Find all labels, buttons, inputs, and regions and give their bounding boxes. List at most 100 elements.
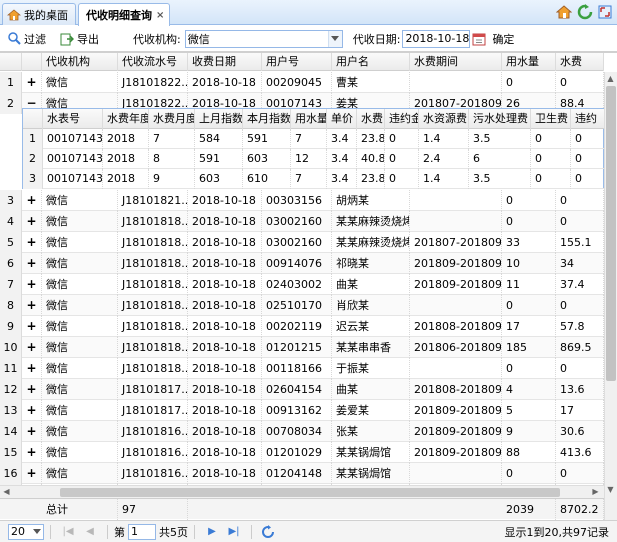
- table-row[interactable]: 4 + 微信 J18101818... 2018-10-18 03002160 某某麻辣烫烧…: [0, 211, 604, 232]
- filter-button[interactable]: 过滤: [8, 31, 46, 47]
- table-row[interactable]: 14 + 微信 J18101816... 2018-10-18 00708034 张某 201…: [0, 421, 604, 442]
- next-page-icon[interactable]: ▶: [204, 524, 220, 540]
- scroll-right-icon[interactable]: ▶: [590, 486, 601, 497]
- column-header[interactable]: 收费日期: [188, 53, 262, 71]
- expand-toggle-icon[interactable]: +: [22, 337, 42, 358]
- expand-toggle-icon[interactable]: +: [22, 463, 42, 484]
- detail-column-header[interactable]: 水表号: [43, 109, 103, 129]
- row-number: 16: [0, 463, 22, 484]
- detail-column-header[interactable]: 违约: [571, 109, 605, 129]
- tab-bar: 我的桌面 代收明细查询 ×: [0, 0, 617, 26]
- cell-period: 201806-201809: [410, 337, 502, 358]
- expand-toggle-icon[interactable]: +: [22, 316, 42, 337]
- table-row[interactable]: 10 + 微信 J18101818... 2018-10-18 01201215 某某串串香…: [0, 337, 604, 358]
- detail-column-header[interactable]: 上月指数: [195, 109, 243, 129]
- cell-date: 2018-10-18: [188, 400, 262, 421]
- column-header[interactable]: 代收机构: [42, 53, 118, 71]
- expand-toggle-icon[interactable]: +: [22, 72, 42, 93]
- scroll-up-icon[interactable]: ▲: [605, 73, 616, 84]
- prev-page-icon[interactable]: ◀: [82, 524, 98, 540]
- calendar-icon[interactable]: [472, 32, 486, 46]
- table-row[interactable]: 11 + 微信 J18101818... 2018-10-18 00118166 于振某 0 0: [0, 358, 604, 379]
- column-header[interactable]: 水费: [556, 53, 604, 71]
- tab-my-desktop[interactable]: 我的桌面: [2, 3, 76, 25]
- detail-column-header[interactable]: 本月指数: [243, 109, 291, 129]
- fullscreen-icon[interactable]: [597, 4, 613, 20]
- home-icon[interactable]: [556, 4, 572, 20]
- detail-cell-late: 0: [571, 149, 605, 169]
- table-row[interactable]: 12 + 微信 J18101817... 2018-10-18 02604154 曲某 201…: [0, 379, 604, 400]
- row-number: 6: [0, 253, 22, 274]
- export-button[interactable]: 导出: [60, 31, 99, 47]
- cell-user-id: 02510170: [262, 295, 332, 316]
- refresh-icon[interactable]: [577, 4, 593, 20]
- column-header[interactable]: 代收流水号: [118, 53, 188, 71]
- expand-toggle-icon[interactable]: +: [22, 253, 42, 274]
- detail-column-header[interactable]: 水费: [357, 109, 385, 129]
- scroll-down-icon[interactable]: ▼: [605, 484, 616, 495]
- confirm-button[interactable]: 确定: [492, 31, 514, 47]
- last-page-icon[interactable]: ▶|: [226, 524, 242, 540]
- expand-toggle-icon[interactable]: +: [22, 379, 42, 400]
- table-row[interactable]: 3 + 微信 J18101821... 2018-10-18 00303156 胡炳某 0 0: [0, 190, 604, 211]
- column-header[interactable]: 用水量: [502, 53, 556, 71]
- expand-toggle-icon[interactable]: +: [22, 274, 42, 295]
- table-row[interactable]: 8 + 微信 J18101818... 2018-10-18 02510170 肖欣某 0 0: [0, 295, 604, 316]
- table-row[interactable]: 13 + 微信 J18101817... 2018-10-18 00913162 姜爱某 20…: [0, 400, 604, 421]
- table-row[interactable]: 9 + 微信 J18101818... 2018-10-18 00202119 迟云某 201…: [0, 316, 604, 337]
- detail-column-header[interactable]: 水资源费: [419, 109, 469, 129]
- detail-row[interactable]: 100107143012018758459173.423.801.43.500: [23, 129, 605, 149]
- detail-column-header[interactable]: 卫生费: [531, 109, 571, 129]
- detail-row[interactable]: 2001071430120188591603123.440.802.4600: [23, 149, 605, 169]
- column-header[interactable]: 水费期间: [410, 53, 502, 71]
- detail-cell-sewage: 3.5: [469, 169, 531, 189]
- cell-user-id: 01201215: [262, 337, 332, 358]
- page-size-select[interactable]: 20: [8, 523, 44, 540]
- column-header[interactable]: 用户号: [262, 53, 332, 71]
- table-row[interactable]: 16 + 微信 J18101816... 2018-10-18 01204148 某某锅焗馆…: [0, 463, 604, 484]
- table-row[interactable]: 15 + 微信 J18101816... 2018-10-18 01201029 某某锅焗馆…: [0, 442, 604, 463]
- date-input[interactable]: 2018-10-18: [402, 29, 471, 48]
- expand-toggle-icon[interactable]: +: [22, 421, 42, 442]
- row-number: 10: [0, 337, 22, 358]
- tab-collection-detail[interactable]: 代收明细查询 ×: [78, 3, 170, 26]
- row-number: 7: [0, 274, 22, 295]
- first-page-icon[interactable]: |◀: [60, 524, 76, 540]
- detail-column-header[interactable]: 水费月度: [149, 109, 195, 129]
- expand-toggle-icon[interactable]: +: [22, 442, 42, 463]
- cell-user-name: 某某锅焗馆: [332, 463, 410, 484]
- chevron-down-icon[interactable]: [327, 30, 342, 47]
- detail-cell-cur: 603: [243, 149, 291, 169]
- table-row[interactable]: 6 + 微信 J18101818... 2018-10-18 00914076 祁晓某 201…: [0, 253, 604, 274]
- scroll-thumb[interactable]: [60, 488, 560, 497]
- table-row[interactable]: 1 + 微信 J18101822... 2018-10-18 00209045 曹某 0 0: [0, 72, 604, 93]
- detail-column-header[interactable]: 单价: [327, 109, 357, 129]
- horizontal-scrollbar[interactable]: ◀ ▶: [0, 485, 604, 498]
- cell-user-name: 于振某: [332, 358, 410, 379]
- expand-toggle-icon[interactable]: +: [22, 232, 42, 253]
- scroll-left-icon[interactable]: ◀: [1, 486, 12, 497]
- column-header[interactable]: 用户名: [332, 53, 410, 71]
- close-icon[interactable]: ×: [156, 10, 164, 21]
- cell-serial: J18101818...: [118, 232, 188, 253]
- expand-toggle-icon[interactable]: +: [22, 190, 42, 211]
- table-row[interactable]: 7 + 微信 J18101818... 2018-10-18 02403002 曲某 2018…: [0, 274, 604, 295]
- detail-column-header[interactable]: 违约金: [385, 109, 419, 129]
- agency-select[interactable]: 微信: [184, 29, 343, 48]
- scroll-thumb[interactable]: [606, 86, 616, 381]
- expand-toggle-icon[interactable]: +: [22, 400, 42, 421]
- refresh-icon[interactable]: [261, 524, 275, 539]
- detail-column-header[interactable]: 用水量: [291, 109, 327, 129]
- expand-toggle-icon[interactable]: +: [22, 358, 42, 379]
- detail-column-header[interactable]: 污水处理费: [469, 109, 531, 129]
- expand-toggle-icon[interactable]: +: [22, 211, 42, 232]
- cell-fee: 0: [556, 358, 604, 379]
- detail-cell-sanit: 0: [531, 169, 571, 189]
- table-row[interactable]: 5 + 微信 J18101818... 2018-10-18 03002160 某某麻辣烫烧…: [0, 232, 604, 253]
- vertical-scrollbar[interactable]: ▲ ▼: [604, 72, 617, 524]
- page-number-input[interactable]: 1: [128, 523, 156, 540]
- expand-toggle-icon[interactable]: +: [22, 295, 42, 316]
- detail-column-header[interactable]: 水费年度: [103, 109, 149, 129]
- detail-row[interactable]: 300107143012018960361073.423.801.43.500: [23, 169, 605, 189]
- detail-cell-price: 3.4: [327, 129, 357, 149]
